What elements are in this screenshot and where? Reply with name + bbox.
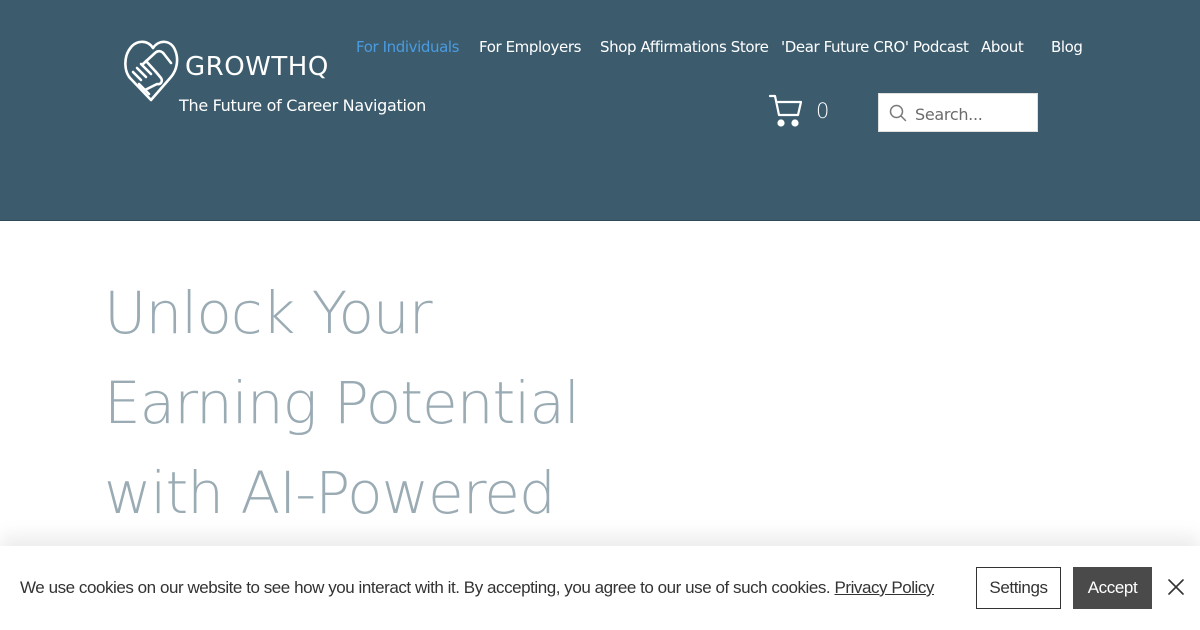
cookie-message-text: We use cookies on our website to see how… — [20, 578, 835, 597]
close-icon[interactable] — [1166, 577, 1186, 597]
hero-title-line: Unlock Your — [104, 279, 433, 347]
nav-item-podcast[interactable]: 'Dear Future CRO' Podcast — [781, 38, 969, 56]
nav-item-for-employers[interactable]: For Employers — [479, 38, 581, 56]
hero-title-line: Earning Potential — [104, 369, 580, 437]
privacy-policy-link[interactable]: Privacy Policy — [834, 578, 934, 597]
nav-item-about[interactable]: About — [981, 38, 1024, 56]
tagline: The Future of Career Navigation — [179, 96, 426, 115]
heart-handshake-icon[interactable] — [123, 34, 179, 104]
search-icon — [889, 104, 907, 122]
hero-title-line: with AI-Powered — [104, 459, 556, 527]
cart-button[interactable]: 0 — [768, 93, 838, 129]
cookie-banner: We use cookies on our website to see how… — [0, 546, 1200, 630]
cookie-message: We use cookies on our website to see how… — [20, 578, 934, 598]
nav-item-for-individuals[interactable]: For Individuals — [356, 38, 459, 56]
cookie-accept-button[interactable]: Accept — [1073, 567, 1152, 609]
search-input[interactable] — [915, 102, 1030, 126]
shopping-cart-icon — [768, 94, 803, 127]
site-header: GROWTHQ The Future of Career Navigation … — [0, 0, 1200, 221]
search-box[interactable] — [878, 93, 1038, 132]
nav-item-shop-affirmations-store[interactable]: Shop Affirmations Store — [600, 38, 769, 56]
cookie-settings-button[interactable]: Settings — [976, 567, 1061, 609]
hero-title: Unlock Your Earning Potential with AI-Po… — [104, 268, 624, 538]
cart-count: 0 — [816, 99, 830, 123]
brand-name[interactable]: GROWTHQ — [185, 52, 329, 82]
nav-item-blog[interactable]: Blog — [1051, 38, 1083, 56]
